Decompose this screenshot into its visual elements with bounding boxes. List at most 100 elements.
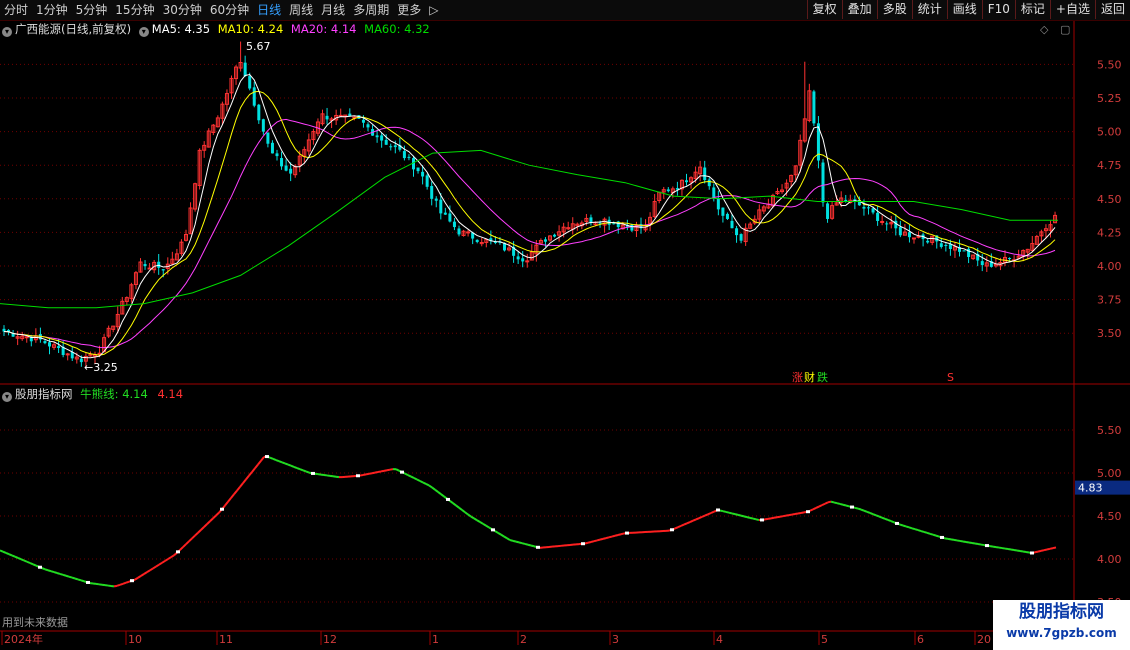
bull-bear-segment — [494, 530, 499, 534]
bull-bear-segment — [524, 542, 529, 546]
indicator-header: ▾ 股朋指标网 牛熊线: 4.14 4.14 — [2, 386, 183, 402]
diamond-icon[interactable]: ◇ — [1040, 23, 1048, 36]
tool-buttons: 复权 叠加 多股 统计 画线 F10 标记 +自选 返回 — [806, 0, 1130, 20]
bull-bear-segment — [455, 504, 460, 509]
bull-bear-segment — [683, 522, 688, 526]
bull-bear-segment — [407, 474, 412, 478]
bull-bear-segment — [734, 513, 739, 516]
period-9[interactable]: 多周期 — [349, 0, 393, 20]
period-8[interactable]: 月线 — [317, 0, 349, 20]
bull-bear-segment — [290, 464, 295, 468]
period-7[interactable]: 周线 — [285, 0, 317, 20]
settings-circle-icon[interactable]: ▾ — [2, 27, 12, 37]
period-6[interactable]: 日线 — [253, 0, 285, 20]
bull-bear-segment — [386, 468, 391, 472]
period-2[interactable]: 5分钟 — [72, 0, 112, 20]
bull-bear-segment — [41, 567, 46, 571]
candle-body-down — [867, 207, 870, 209]
candle-body-down — [248, 76, 252, 89]
period-4[interactable]: 30分钟 — [159, 0, 206, 20]
main-chart-header: ▾ 广西能源(日线,前复权) ▾ MA5: 4.35 MA10: 4.24 MA20… — [2, 21, 430, 37]
candle-body-down — [48, 342, 51, 347]
indicator-settings-icon[interactable]: ▾ — [2, 392, 12, 402]
bull-bear-segment — [725, 510, 730, 514]
square-icon[interactable]: ▢ — [1060, 23, 1070, 36]
bull-bear-segment — [158, 561, 163, 566]
time-label-3: 12 — [323, 633, 337, 646]
bull-bear-segment — [506, 537, 511, 541]
bull-bear-segment — [122, 581, 127, 585]
bull-bear-segment — [230, 493, 235, 499]
bull-bear-segment — [449, 500, 454, 505]
period-3[interactable]: 15分钟 — [111, 0, 158, 20]
tool-button-3[interactable]: 统计 — [911, 0, 947, 19]
bull-bear-segment — [296, 467, 301, 471]
bull-bear-segment — [164, 558, 169, 562]
tool-button-6[interactable]: 标记 — [1014, 0, 1050, 19]
bull-bear-segment — [179, 546, 184, 551]
bull-bear-segment — [170, 554, 175, 559]
period-1[interactable]: 1分钟 — [32, 0, 72, 20]
ind-tick-3: 4.00 — [1097, 553, 1122, 566]
tool-button-0[interactable]: 复权 — [806, 0, 842, 19]
stock-name: 广西能源(日线,前复权) — [15, 22, 132, 36]
bull-bear-segment — [251, 467, 256, 473]
bull-bear-segment — [215, 511, 220, 517]
candle-body-down — [439, 199, 443, 214]
bull-bear-node — [850, 505, 854, 509]
bull-bear-segment — [959, 539, 964, 543]
bull-bear-segment — [935, 534, 940, 538]
period-0[interactable]: 分时 — [0, 0, 32, 20]
kline-chart[interactable]: 5.50 5.25 5.00 4.75 4.50 4.25 4.00 3.75 3.50 5.50… — [0, 0, 1130, 650]
bull-bear-segment — [515, 540, 520, 544]
candle-body-down — [980, 261, 984, 266]
tool-button-5[interactable]: F10 — [981, 0, 1015, 19]
bull-bear-segment — [59, 572, 64, 576]
bull-bear-segment — [833, 501, 838, 505]
indicator-name: 股朋指标网 — [15, 387, 73, 401]
ma20-line — [3, 118, 1056, 349]
tool-button-8[interactable]: 返回 — [1094, 0, 1130, 19]
tool-button-7[interactable]: +自选 — [1049, 0, 1095, 19]
bull-bear-segment — [404, 472, 409, 476]
candle-body-down — [407, 156, 411, 158]
bull-bear-segment — [368, 472, 373, 475]
candle-body-down — [871, 208, 875, 213]
bull-bear-segment — [371, 471, 376, 475]
bull-bear-segment — [611, 534, 616, 538]
bull-bear-segment — [437, 491, 442, 495]
bull-bear-node — [625, 531, 629, 535]
bull-bear-segment — [410, 475, 415, 479]
bull-bear-segment — [281, 461, 286, 465]
bull-bear-segment — [416, 478, 421, 482]
time-label-4: 1 — [432, 633, 439, 646]
tool-button-4[interactable]: 画线 — [946, 0, 982, 19]
period-5[interactable]: 60分钟 — [206, 0, 253, 20]
bull-bear-segment — [842, 503, 847, 507]
period-10[interactable]: 更多 — [393, 0, 425, 20]
bull-bear-segment — [200, 526, 205, 531]
bull-bear-segment — [380, 469, 385, 473]
bull-bear-segment — [620, 532, 625, 536]
price-tick-8: 3.50 — [1097, 327, 1122, 340]
ma-settings-icon[interactable]: ▾ — [138, 27, 149, 37]
bull-bear-segment — [881, 516, 886, 520]
more-arrow-icon[interactable]: ▷ — [425, 0, 442, 20]
bull-bear-segment — [119, 582, 124, 586]
bull-bear-segment — [518, 541, 523, 545]
bull-bear-segment — [860, 508, 865, 512]
tool-button-2[interactable]: 多股 — [876, 0, 912, 19]
tool-button-1[interactable]: 叠加 — [841, 0, 877, 19]
bull-bear-segment — [617, 533, 622, 536]
bull-bear-segment — [980, 543, 985, 547]
bull-bear-node — [311, 471, 315, 475]
bull-bear-node — [536, 545, 540, 549]
bull-line-label: 牛熊线: — [80, 387, 119, 401]
candle-body-down — [380, 135, 384, 141]
bull-bear-segment — [764, 517, 769, 521]
bull-bear-segment — [113, 584, 118, 588]
bull-bear-segment — [389, 468, 394, 471]
low-price-label: ←3.25 — [84, 361, 118, 374]
candle-body-down — [730, 220, 734, 229]
bull-bear-segment — [194, 531, 199, 537]
